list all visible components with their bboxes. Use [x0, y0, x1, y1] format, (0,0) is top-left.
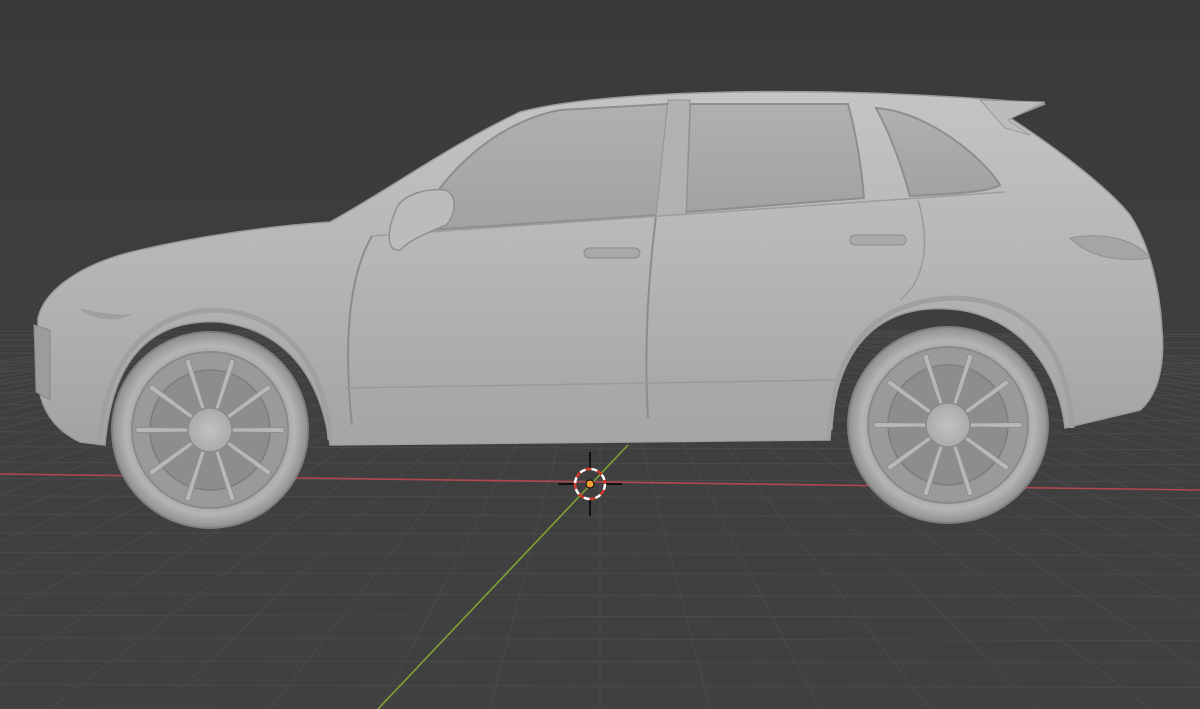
viewport-canvas[interactable] [0, 0, 1200, 709]
front-grille [33, 324, 51, 401]
rear-door-window [684, 103, 866, 214]
3d-viewport[interactable] [0, 0, 1200, 709]
car-model[interactable] [33, 90, 1164, 529]
front-hub [187, 407, 233, 453]
rim-spoke [873, 421, 929, 429]
rear-wheel [847, 326, 1049, 524]
rim-spoke [967, 421, 1023, 429]
rear-hub [925, 402, 971, 448]
rim-spoke [135, 426, 191, 434]
front-wheel [111, 331, 309, 529]
rocker-panel [332, 395, 828, 445]
front-window [428, 102, 670, 232]
origin-dot [585, 479, 595, 489]
rear-door-handle [849, 234, 907, 246]
front-door-handle [583, 247, 641, 259]
rim-spoke [229, 426, 285, 434]
